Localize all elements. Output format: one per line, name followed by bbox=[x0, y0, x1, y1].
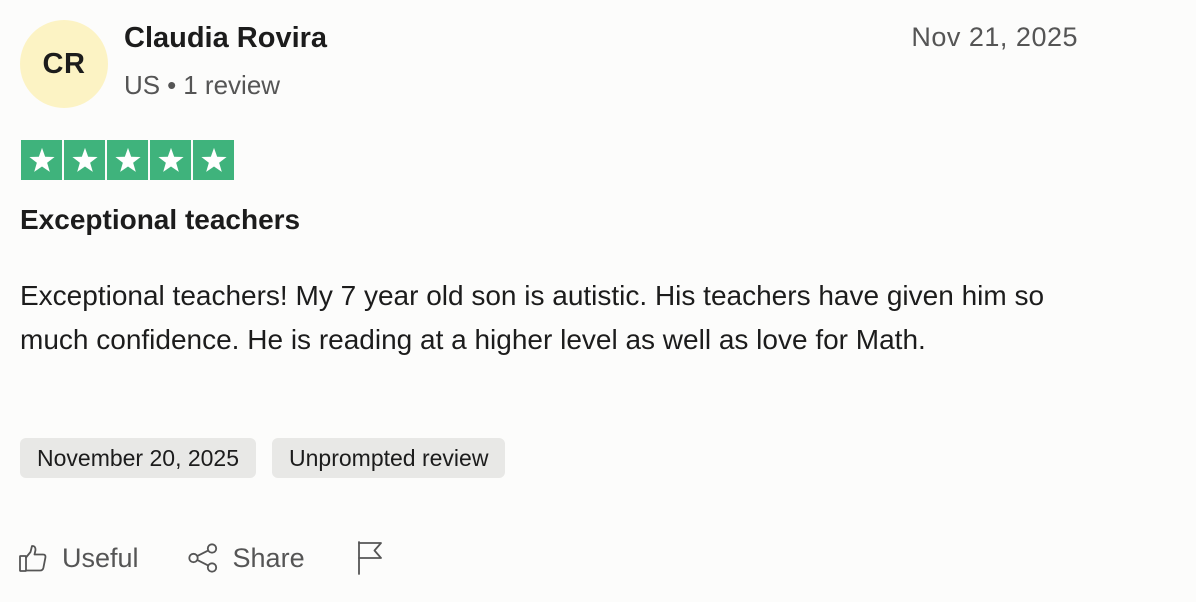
reviewer-meta: US • 1 review bbox=[124, 70, 280, 101]
review-type-badge[interactable]: Unprompted review bbox=[272, 438, 506, 478]
avatar-initials: CR bbox=[42, 47, 86, 80]
star-rating bbox=[21, 140, 234, 180]
useful-label: Useful bbox=[62, 542, 139, 573]
star-icon bbox=[107, 140, 148, 180]
experience-date-badge: November 20, 2025 bbox=[20, 438, 257, 478]
meta-separator: • bbox=[167, 70, 177, 100]
star-icon bbox=[193, 140, 234, 180]
review-tags: November 20, 2025 Unprompted review bbox=[20, 438, 506, 478]
review-text: Exceptional teachers! My 7 year old son … bbox=[20, 280, 1045, 355]
useful-button[interactable]: Useful bbox=[18, 543, 139, 574]
review-actions: Useful Share bbox=[18, 536, 385, 580]
thumbs-up-icon bbox=[18, 543, 48, 573]
share-icon bbox=[187, 542, 219, 574]
review-date: Nov 21, 2025 bbox=[911, 22, 1078, 52]
reviewer-country: US bbox=[124, 70, 161, 100]
reviewer-review-count[interactable]: 1 review bbox=[183, 70, 280, 100]
review-title[interactable]: Exceptional teachers bbox=[20, 204, 300, 236]
star-icon bbox=[64, 140, 105, 180]
share-label: Share bbox=[232, 542, 305, 573]
report-button[interactable] bbox=[355, 540, 385, 576]
reviewer-name[interactable]: Claudia Rovira bbox=[124, 22, 327, 55]
avatar[interactable]: CR bbox=[20, 20, 108, 108]
review-card: CR Claudia Rovira US • 1 review Nov 21, 20… bbox=[0, 0, 1196, 602]
star-icon bbox=[150, 140, 191, 180]
star-icon bbox=[21, 140, 62, 180]
share-button[interactable]: Share bbox=[187, 542, 305, 574]
flag-icon bbox=[355, 540, 385, 576]
